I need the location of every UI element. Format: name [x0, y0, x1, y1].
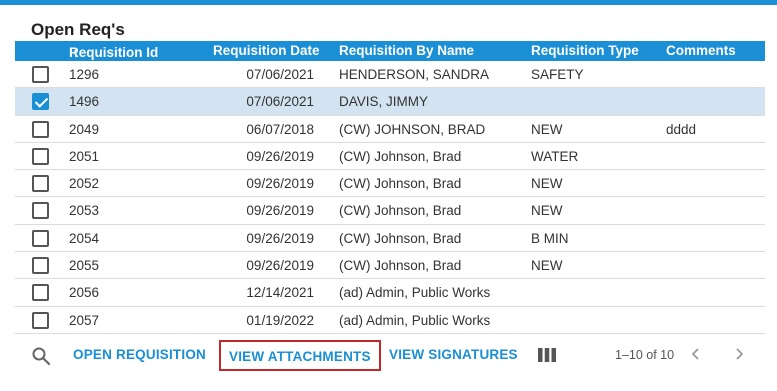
cell-requisition-date: 09/26/2019	[246, 203, 314, 219]
cell-requisition-date: 01/19/2022	[246, 312, 314, 328]
cell-requisition-by-name: (ad) Admin, Public Works	[339, 285, 491, 301]
top-accent-bar	[0, 0, 777, 5]
row-checkbox[interactable]	[32, 284, 49, 302]
table-row[interactable]: 2052 09/26/2019 (CW) Johnson, Brad NEW	[15, 170, 765, 198]
columns-icon[interactable]	[538, 348, 556, 362]
open-requisition-button[interactable]: OPEN REQUISITION	[73, 347, 206, 362]
table-row[interactable]: 2054 09/26/2019 (CW) Johnson, Brad B MIN	[15, 225, 765, 253]
cell-requisition-by-name: DAVIS, JIMMY	[339, 94, 429, 110]
cell-requisition-by-name: (CW) Johnson, Brad	[339, 203, 462, 219]
table-row[interactable]: 2051 09/26/2019 (CW) Johnson, Brad WATER	[15, 143, 765, 171]
column-header-requisition-type[interactable]: Requisition Type	[531, 43, 639, 58]
cell-requisition-id: 2052	[69, 176, 100, 192]
cell-requisition-id: 2049	[69, 121, 100, 137]
cell-requisition-date: 06/07/2018	[246, 121, 314, 137]
cell-requisition-date: 09/26/2019	[246, 176, 314, 192]
row-checkbox[interactable]	[32, 202, 49, 220]
cell-requisition-type: NEW	[531, 203, 563, 219]
row-checkbox[interactable]	[32, 311, 49, 329]
cell-requisition-type: SAFETY	[531, 67, 584, 82]
row-checkbox-checked[interactable]	[32, 93, 49, 111]
row-checkbox[interactable]	[32, 120, 49, 138]
row-checkbox[interactable]	[32, 66, 49, 83]
column-header-label: Requisition Id	[69, 45, 159, 60]
requisitions-grid: Requisition Id ↑ Requisition Date Requisi…	[15, 41, 765, 334]
search-icon[interactable]	[31, 346, 51, 366]
cell-requisition-id: 2053	[69, 203, 100, 219]
table-row[interactable]: 1296 07/06/2021 HENDERSON, SANDRA SAFETY	[15, 61, 765, 89]
grid-header: Requisition Id ↑ Requisition Date Requisi…	[15, 41, 765, 61]
cell-requisition-date: 09/26/2019	[246, 258, 314, 274]
row-checkbox[interactable]	[32, 229, 49, 247]
cell-requisition-by-name: (CW) Johnson, Brad	[339, 148, 462, 164]
panel-title: Open Req's	[31, 20, 125, 39]
column-header-comments[interactable]: Comments	[666, 43, 736, 58]
cell-requisition-type: B MIN	[531, 230, 569, 246]
grid-body: 1296 07/06/2021 HENDERSON, SANDRA SAFETY 149…	[15, 61, 765, 334]
chevron-left-icon[interactable]	[688, 344, 702, 364]
sort-ascending-icon: ↑	[72, 45, 79, 60]
cell-requisition-type: NEW	[531, 121, 563, 137]
cell-requisition-type: NEW	[531, 176, 563, 192]
cell-requisition-id: 2055	[69, 258, 100, 274]
cell-comments: dddd	[666, 121, 697, 137]
cell-requisition-type: WATER	[531, 148, 579, 164]
cell-requisition-id: 2051	[69, 148, 100, 164]
row-checkbox[interactable]	[32, 175, 49, 193]
cell-requisition-date: 09/26/2019	[246, 230, 314, 246]
cell-requisition-by-name: (CW) Johnson, Brad	[339, 176, 462, 192]
cell-requisition-by-name: (ad) Admin, Public Works	[339, 312, 491, 328]
pager-range-text: 1–10 of 10	[615, 348, 675, 362]
view-attachments-button[interactable]: VIEW ATTACHMENTS	[219, 340, 381, 371]
cell-requisition-date: 09/26/2019	[246, 148, 314, 164]
cell-requisition-date: 07/06/2021	[246, 94, 314, 110]
column-header-requisition-date[interactable]: Requisition Date	[213, 43, 320, 58]
cell-requisition-date: 12/14/2021	[246, 285, 314, 301]
cell-requisition-date: 07/06/2021	[246, 67, 314, 82]
cell-requisition-id: 2054	[69, 230, 100, 246]
table-row[interactable]: 2057 01/19/2022 (ad) Admin, Public Works	[15, 307, 765, 334]
cell-requisition-by-name: (CW) Johnson, Brad	[339, 258, 462, 274]
cell-requisition-by-name: (CW) JOHNSON, BRAD	[339, 121, 486, 137]
view-signatures-button[interactable]: VIEW SIGNATURES	[389, 347, 518, 362]
row-checkbox[interactable]	[32, 147, 49, 165]
table-row[interactable]: 2049 06/07/2018 (CW) JOHNSON, BRAD NEW dddd	[15, 116, 765, 143]
cell-requisition-by-name: HENDERSON, SANDRA	[339, 67, 490, 82]
table-row[interactable]: 2055 09/26/2019 (CW) Johnson, Brad NEW	[15, 252, 765, 280]
cell-requisition-type: NEW	[531, 258, 563, 274]
cell-requisition-id: 1496	[69, 94, 100, 110]
bottom-toolbar: OPEN REQUISITION VIEW ATTACHMENTS VIEW S…	[0, 340, 777, 372]
chevron-right-icon[interactable]	[733, 344, 747, 364]
column-header-requisition-by-name[interactable]: Requisition By Name	[339, 43, 474, 58]
cell-requisition-by-name: (CW) Johnson, Brad	[339, 230, 462, 246]
cell-requisition-id: 2057	[69, 312, 100, 328]
row-checkbox[interactable]	[32, 257, 49, 275]
cell-requisition-id: 1296	[69, 67, 100, 82]
table-row[interactable]: 2056 12/14/2021 (ad) Admin, Public Works	[15, 279, 765, 307]
table-row[interactable]: 1496 07/06/2021 DAVIS, JIMMY	[15, 88, 765, 116]
cell-requisition-id: 2056	[69, 285, 100, 301]
table-row[interactable]: 2053 09/26/2019 (CW) Johnson, Brad NEW	[15, 197, 765, 225]
